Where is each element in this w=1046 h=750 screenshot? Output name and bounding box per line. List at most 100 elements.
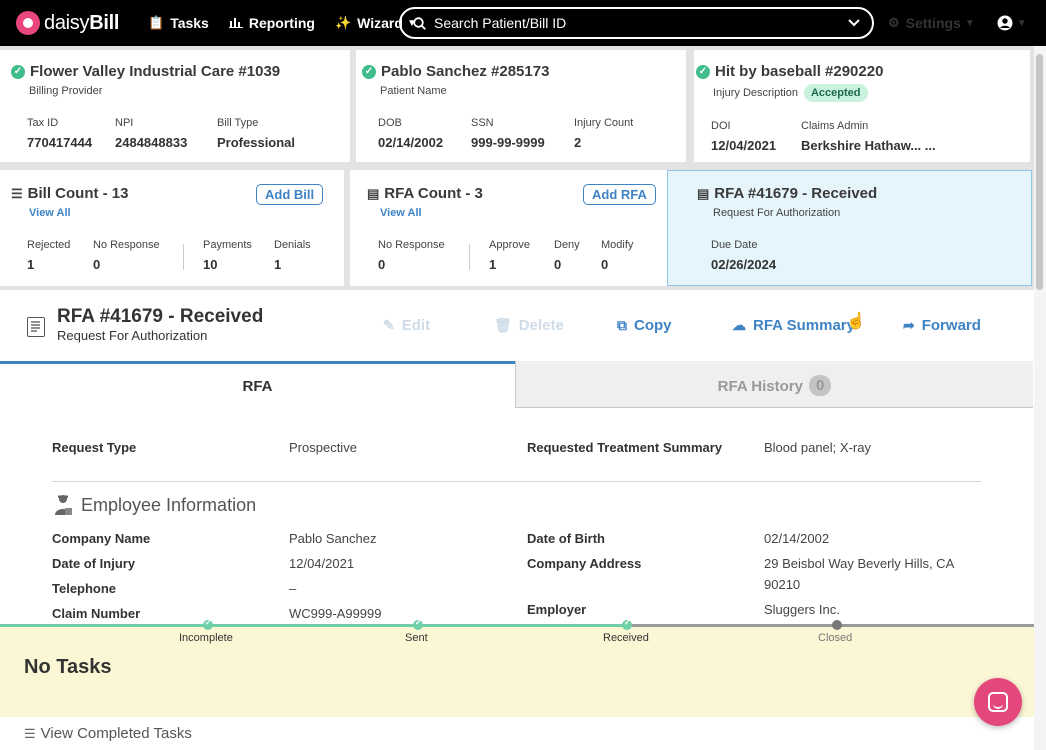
search-icon bbox=[413, 16, 426, 30]
nav-tasks[interactable]: 📋 Tasks bbox=[148, 15, 209, 31]
tab-rfa[interactable]: RFA bbox=[0, 361, 515, 408]
field-value: 0 bbox=[378, 257, 386, 272]
company-address-label: Company Address bbox=[527, 556, 642, 571]
section-title: Employee Information bbox=[81, 495, 257, 515]
add-bill-button[interactable]: Add Bill bbox=[256, 184, 324, 205]
chevron-down-icon: ▼ bbox=[964, 17, 975, 29]
rfa-count-title-text: RFA Count - 3 bbox=[384, 185, 483, 202]
patient-subtitle: Patient Name bbox=[380, 85, 447, 97]
copy-icon: ⧉ bbox=[617, 317, 627, 333]
rfa-current-subtitle: Request For Authorization bbox=[713, 207, 841, 219]
field-value: 1 bbox=[27, 257, 35, 272]
rfa-view-all-link[interactable]: View All bbox=[380, 207, 422, 219]
rfa-summary-button[interactable]: ☁ RFA Summary bbox=[732, 317, 855, 334]
injury-subtitle-text: Injury Description bbox=[713, 87, 798, 99]
field-label: DOI bbox=[711, 120, 731, 132]
nav-reporting[interactable]: Reporting bbox=[228, 15, 315, 31]
trash-icon: 🗑 bbox=[494, 317, 512, 333]
share-arrow-icon: ➦ bbox=[903, 317, 915, 333]
check-circle-icon: ✓ bbox=[362, 64, 376, 79]
tab-history-label: RFA History bbox=[717, 378, 803, 395]
summary-cards bbox=[0, 46, 1034, 290]
field-value: 0 bbox=[93, 257, 101, 272]
field-value: 999-99-9999 bbox=[471, 135, 545, 150]
edit-button[interactable]: ✎ Edit bbox=[383, 317, 430, 334]
gear-icon: ⚙ bbox=[888, 15, 900, 30]
timeline-step-label: Closed bbox=[818, 632, 853, 644]
field-label: Tax ID bbox=[27, 117, 59, 129]
injury-title-text: Hit by baseball #290220 bbox=[715, 63, 884, 80]
delete-button[interactable]: 🗑 Delete bbox=[494, 317, 564, 334]
claim-number-value: WC999-A99999 bbox=[289, 606, 382, 621]
chevron-down-icon[interactable] bbox=[848, 19, 860, 27]
user-menu[interactable]: ▼ bbox=[997, 15, 1027, 31]
nav-reporting-label: Reporting bbox=[248, 15, 315, 31]
field-label: Bill Type bbox=[217, 117, 259, 129]
search-bar[interactable] bbox=[399, 7, 874, 39]
tab-rfa-history[interactable]: RFA History 0 bbox=[515, 361, 1033, 408]
rfa-current-title-text: RFA #41679 - Received bbox=[714, 185, 878, 202]
request-type-value: Prospective bbox=[289, 440, 357, 455]
rfa-summary-label: RFA Summary bbox=[753, 317, 855, 334]
date-of-injury-label: Date of Injury bbox=[52, 556, 136, 571]
timeline-step-dot bbox=[832, 620, 842, 630]
field-label: Claims Admin bbox=[801, 120, 869, 132]
bar-chart-icon bbox=[228, 16, 243, 31]
field-label: No Response bbox=[378, 239, 445, 251]
forward-button[interactable]: ➦ Forward bbox=[903, 317, 981, 334]
employee-icon bbox=[55, 495, 72, 515]
field-value: 12/04/2021 bbox=[711, 138, 777, 153]
bill-view-all-link[interactable]: View All bbox=[29, 207, 71, 219]
view-completed-tasks-link[interactable]: ☰ View Completed Tasks bbox=[24, 725, 192, 742]
pencil-icon: ✎ bbox=[383, 317, 395, 333]
field-value: 02/14/2002 bbox=[378, 135, 444, 150]
timeline-step-label: Incomplete bbox=[179, 632, 233, 644]
search-input[interactable] bbox=[434, 15, 848, 31]
view-completed-label: View Completed Tasks bbox=[40, 725, 192, 742]
timeline-progress bbox=[0, 624, 627, 627]
check-circle-icon: ✓ bbox=[11, 64, 25, 79]
timeline-remaining bbox=[627, 624, 1034, 627]
copy-button[interactable]: ⧉ Copy bbox=[617, 317, 672, 334]
company-name-label: Company Name bbox=[52, 531, 151, 546]
field-label: SSN bbox=[471, 117, 494, 129]
scrollbar[interactable] bbox=[1034, 46, 1046, 750]
field-value: 1 bbox=[489, 257, 497, 272]
date-of-injury-value: 12/04/2021 bbox=[289, 556, 355, 571]
treatment-summary-value: Blood panel; X-ray bbox=[764, 440, 871, 455]
chat-button[interactable] bbox=[974, 678, 1022, 726]
delete-label: Delete bbox=[518, 317, 564, 334]
field-value: Professional bbox=[217, 135, 296, 150]
field-value: 02/26/2024 bbox=[711, 257, 777, 272]
chevron-down-icon: ▼ bbox=[1016, 17, 1027, 29]
request-type-label: Request Type bbox=[52, 440, 137, 455]
employer-value: Sluggers Inc. bbox=[764, 602, 840, 617]
field-label: NPI bbox=[115, 117, 134, 129]
field-label: Deny bbox=[554, 239, 580, 251]
nav-settings-label: Settings bbox=[905, 15, 961, 31]
field-value: 0 bbox=[554, 257, 562, 272]
date-of-birth-label: Date of Birth bbox=[527, 531, 605, 546]
company-address-line2: 90210 bbox=[764, 577, 801, 592]
field-value: 2 bbox=[574, 135, 582, 150]
clipboard-icon: 📋 bbox=[148, 15, 165, 30]
injury-subtitle: Injury Description Accepted bbox=[713, 84, 868, 102]
nav-settings[interactable]: ⚙ Settings ▼ bbox=[888, 15, 975, 31]
date-of-birth-value: 02/14/2002 bbox=[764, 531, 830, 546]
claim-number-label: Claim Number bbox=[52, 606, 141, 621]
nav-wizard-label: Wizard bbox=[357, 15, 403, 31]
field-value: 2484848833 bbox=[115, 135, 188, 150]
page-subtitle: Request For Authorization bbox=[57, 328, 208, 343]
treatment-summary-label: Requested Treatment Summary bbox=[527, 440, 723, 455]
copy-label: Copy bbox=[634, 317, 672, 334]
field-value: Berkshire Hathaw... ... bbox=[801, 138, 936, 153]
scrollbar-thumb[interactable] bbox=[1036, 54, 1043, 290]
field-label: Approve bbox=[489, 239, 530, 251]
check-circle-icon: ✓ bbox=[696, 64, 710, 79]
chat-icon bbox=[988, 692, 1008, 712]
field-label: Denials bbox=[274, 239, 311, 251]
timeline-step-label: Sent bbox=[405, 632, 428, 644]
brand-logo-link[interactable]: daisyBill bbox=[16, 11, 128, 35]
field-value: 10 bbox=[203, 257, 218, 272]
add-rfa-button[interactable]: Add RFA bbox=[583, 184, 656, 205]
